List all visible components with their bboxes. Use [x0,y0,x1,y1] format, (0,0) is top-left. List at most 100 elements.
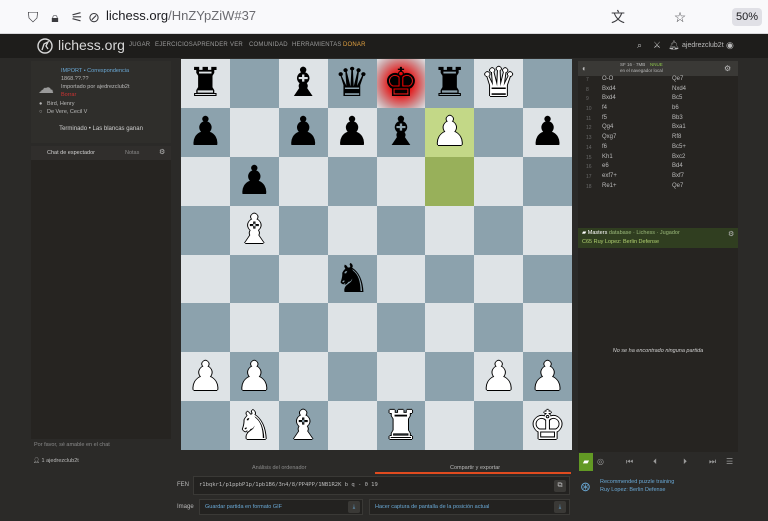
square-a3[interactable] [181,303,230,353]
square-c7[interactable]: ♟ [278,107,328,157]
move-black[interactable]: Bc5+ [672,144,686,150]
search-icon[interactable]: ⌕ [637,40,642,51]
square-e1[interactable]: ♜ [376,401,426,450]
first-move-icon[interactable]: ⏮ [626,457,633,467]
square-b2[interactable]: ♟ [229,352,279,402]
nav-watch[interactable]: VER [230,42,243,48]
square-g4[interactable] [474,254,524,304]
white-player-name[interactable]: Bird, Henry [47,101,75,108]
white-queen-icon[interactable]: ♛ [481,63,517,103]
move-white[interactable]: f5 [602,115,607,121]
white-pawn-icon[interactable]: ♟ [432,112,468,152]
square-a8[interactable]: ♜ [181,59,230,108]
white-pawn-icon[interactable]: ♟ [236,357,272,397]
move-black[interactable]: Bc5 [672,95,682,101]
move-black[interactable]: Qe7 [672,183,683,189]
white-knight-icon[interactable]: ♞ [236,406,272,446]
square-e5[interactable] [376,205,426,255]
square-a1[interactable] [181,401,230,450]
black-pawn-icon[interactable]: ♟ [530,112,566,152]
move-black[interactable]: Nxd4 [672,86,686,92]
square-d6[interactable] [327,156,377,206]
move-white[interactable]: Qg4 [602,124,613,130]
black-rook-icon[interactable]: ♜ [432,63,468,103]
username[interactable]: ajedrezclub2t [682,42,724,49]
user-avatar-icon[interactable]: ◉ [726,40,734,51]
move-white[interactable]: Bxd4 [602,86,616,92]
address-bar[interactable]: lichess.org/HnZYpZiW#37 文 50% ☆ [98,5,762,29]
black-bishop-icon[interactable]: ♝ [383,112,419,152]
square-g7[interactable] [474,107,524,157]
fen-value[interactable]: r1bqkr1/p1ppbP1p/1pb1B6/3n4/8/PP4PP/1NB1… [199,482,378,488]
square-h4[interactable] [523,254,572,304]
move-white[interactable]: f4 [602,105,607,111]
gif-button[interactable]: Guardar partida en formato GIF ⤓ [199,499,363,515]
black-rook-icon[interactable]: ♜ [188,63,224,103]
move-white[interactable]: f6 [602,144,607,150]
square-f6[interactable] [425,156,475,206]
square-c2[interactable] [278,352,328,402]
shield-icon[interactable]: ⛉ [25,9,41,25]
square-f8[interactable]: ♜ [425,59,475,108]
engine-settings-icon[interactable]: ⚙ [724,64,731,73]
lichess-logo-icon[interactable] [37,38,53,54]
engine-toggle-icon[interactable]: ◐ [582,64,587,73]
square-c4[interactable] [278,254,328,304]
square-c6[interactable] [278,156,328,206]
site-logo-text[interactable]: lichess.org [58,37,125,53]
spectator-name[interactable]: ajedrezclub2t [46,458,79,464]
engine-icon[interactable]: ◎ [597,457,604,466]
square-g1[interactable] [474,401,524,450]
square-h3[interactable] [523,303,572,353]
black-pawn-icon[interactable]: ♟ [236,161,272,201]
black-king-icon[interactable]: ♚ [383,63,419,103]
copy-fen-icon[interactable]: ⧉ [554,480,566,492]
tab-spectator-chat[interactable]: Chat de espectador [47,150,95,156]
tab-notes[interactable]: Notas [125,150,139,156]
square-h2[interactable]: ♟ [523,352,572,402]
challenge-icon[interactable]: ⚔ [653,40,661,51]
move-white[interactable]: Bxd4 [602,95,616,101]
move-black[interactable]: Rf8 [672,134,681,140]
puzzle-line-2[interactable]: Ruy Lopez: Berlin Defense [600,487,665,493]
black-pawn-icon[interactable]: ♟ [188,112,224,152]
white-bishop-icon[interactable]: ♝ [236,210,272,250]
square-e7[interactable]: ♝ [376,107,426,157]
square-c1[interactable]: ♝ [278,401,328,450]
chat-input[interactable]: Por favor, sé amable en el chat [31,439,171,451]
tab-computer-analysis[interactable]: Análisis del ordenador [252,465,306,471]
explorer-subtabs[interactable]: database · Lichess · Jugador [609,230,680,236]
square-b1[interactable]: ♞ [229,401,279,450]
white-pawn-icon[interactable]: ♟ [188,357,224,397]
black-bishop-icon[interactable]: ♝ [285,63,321,103]
square-b7[interactable] [229,107,279,157]
square-c3[interactable] [278,303,328,353]
nav-play[interactable]: JUGAR [129,42,150,48]
square-f4[interactable] [425,254,475,304]
square-h8[interactable] [523,59,572,108]
square-a4[interactable] [181,254,230,304]
square-g5[interactable] [474,205,524,255]
download-screenshot-icon[interactable]: ⤓ [554,501,566,513]
download-gif-icon[interactable]: ⤓ [348,501,360,513]
move-white[interactable]: Qxg7 [602,134,616,140]
square-b6[interactable]: ♟ [229,156,279,206]
square-f2[interactable] [425,352,475,402]
move-white[interactable]: O-O [602,76,613,82]
next-move-icon[interactable]: ⏵ [683,457,687,467]
square-b8[interactable] [229,59,279,108]
square-d7[interactable]: ♟ [327,107,377,157]
black-queen-icon[interactable]: ♛ [334,63,370,103]
square-a5[interactable] [181,205,230,255]
square-b3[interactable] [229,303,279,353]
bookmark-star-icon[interactable]: ☆ [672,9,688,25]
chess-board[interactable]: ♜ ♝ ♛ ♚ ♜ ♛ ♟ ♟ ♟ ♝ ♟ ♟ ♟ ♝ ♞ ♟ ♟ ♟ ♟ ♞ ♝ ♜ ♚ [181,59,572,450]
square-g2[interactable]: ♟ [474,352,524,402]
move-black[interactable]: Bd4 [672,163,683,169]
lock-icon[interactable]: 🔒︎ [47,9,63,25]
white-rook-icon[interactable]: ♜ [383,406,419,446]
square-e2[interactable] [376,352,426,402]
square-d3[interactable] [327,303,377,353]
square-f7[interactable]: ♟ [425,107,475,157]
square-d5[interactable] [327,205,377,255]
